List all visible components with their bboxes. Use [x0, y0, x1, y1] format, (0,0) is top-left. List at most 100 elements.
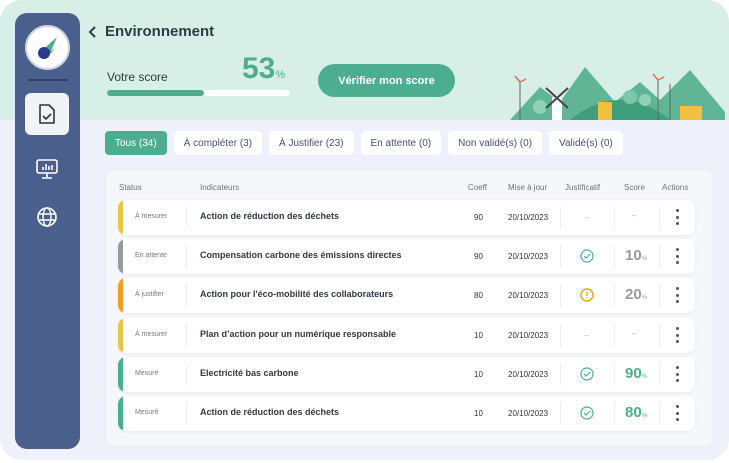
score-number: 20 [625, 286, 642, 303]
header-score: Score [624, 183, 645, 192]
coeff: 10 [474, 331, 483, 340]
header-proof: Justificatif [565, 183, 601, 192]
indicator-name[interactable]: Action de réduction des déchets [200, 211, 339, 221]
divider [560, 284, 561, 307]
more-vertical-icon[interactable] [674, 209, 680, 225]
divider [659, 324, 660, 347]
status-stripe [118, 357, 123, 392]
warning-circle-icon [580, 288, 594, 302]
more-vertical-icon[interactable] [674, 248, 680, 264]
score-empty: – [632, 211, 637, 220]
sidebar-item-dashboard[interactable] [25, 148, 69, 190]
divider [614, 324, 615, 347]
more-vertical-icon[interactable] [674, 405, 680, 421]
divider [186, 363, 187, 386]
status-stripe [118, 200, 123, 235]
verify-score-button[interactable]: Vérifier mon score [318, 64, 455, 97]
coeff: 90 [474, 252, 483, 261]
proof-empty: – [584, 330, 590, 340]
sidebar-item-indicators[interactable] [25, 93, 69, 135]
proof-cell [580, 367, 594, 381]
score-unit: % [641, 413, 648, 419]
indicator-name[interactable]: Action pour l'éco-mobilité des collabora… [200, 289, 393, 299]
table-row[interactable]: Mesuré Electricité bas carbone 10 20/10/202… [118, 357, 695, 392]
filter-tabs: Tous (34) À compléter (3) À Justifier (23)… [105, 131, 623, 155]
divider [614, 402, 615, 425]
score-cell: 80% [625, 404, 647, 421]
score-cell: 20% [625, 286, 647, 303]
table-row[interactable]: Mesuré Action de réduction des déchets 10 2… [118, 396, 695, 431]
indicator-name[interactable]: Electricité bas carbone [200, 368, 299, 378]
score-number: 80 [625, 404, 642, 421]
coeff: 80 [474, 291, 483, 300]
score-empty: – [632, 329, 637, 338]
update-date: 20/10/2023 [508, 370, 549, 379]
chevron-left-icon[interactable] [88, 25, 97, 38]
status-label: Mesuré [135, 409, 159, 416]
divider [614, 284, 615, 307]
divider [614, 245, 615, 268]
more-vertical-icon[interactable] [674, 327, 680, 343]
status-stripe [118, 239, 123, 274]
divider [560, 324, 561, 347]
divider [614, 206, 615, 229]
globe-icon [37, 207, 57, 227]
header-updated: Mise à jour [508, 183, 548, 192]
check-circle-icon [580, 249, 594, 263]
score-unit: % [641, 256, 648, 262]
page-title: Environnement [88, 23, 214, 40]
divider [659, 245, 660, 268]
indicator-name[interactable]: Compensation carbone des émissions direc… [200, 250, 402, 260]
status-label: À justifier [135, 291, 164, 298]
status-stripe [118, 278, 123, 313]
more-vertical-icon[interactable] [674, 366, 680, 382]
score-progress-bar [107, 90, 290, 96]
table-row[interactable]: En attente Compensation carbone des émiss… [118, 239, 695, 274]
tab-1[interactable]: À compléter (3) [173, 131, 263, 155]
status-stripe [118, 396, 123, 431]
header-actions: Actions [662, 183, 689, 192]
score-unit: % [641, 374, 648, 380]
divider [186, 245, 187, 268]
sidebar-item-globe[interactable] [25, 196, 69, 238]
status-label: En attente [135, 252, 167, 259]
divider [560, 245, 561, 268]
tab-2[interactable]: À Justifier (23) [269, 131, 354, 155]
proof-cell: – [580, 210, 594, 224]
status-label: Mesuré [135, 370, 159, 377]
more-vertical-icon[interactable] [674, 287, 680, 303]
tab-3[interactable]: En attente (0) [360, 131, 442, 155]
table-row[interactable]: À mesurer Plan d’action pour un numérique… [118, 318, 695, 353]
divider [186, 206, 187, 229]
score-cell: 90% [625, 365, 647, 382]
indicator-name[interactable]: Action de réduction des déchets [200, 407, 339, 417]
check-circle-icon [580, 367, 594, 381]
proof-cell [580, 249, 594, 263]
score-number: 10 [625, 247, 642, 264]
update-date: 20/10/2023 [508, 409, 549, 418]
divider [560, 363, 561, 386]
header-status: Status [119, 183, 142, 192]
table-row[interactable]: À mesurer Action de réduction des déchets… [118, 200, 695, 235]
hero-banner [0, 0, 729, 120]
divider [186, 402, 187, 425]
update-date: 20/10/2023 [508, 213, 549, 222]
tab-4[interactable]: Non validé(s) (0) [448, 131, 543, 155]
tab-0[interactable]: Tous (34) [105, 131, 167, 155]
update-date: 20/10/2023 [508, 331, 549, 340]
indicator-name[interactable]: Plan d’action pour un numérique responsa… [200, 329, 396, 339]
app-frame: Environnement Votre score 53% Vérifier m… [0, 0, 729, 460]
score-value: 53% [242, 52, 285, 86]
divider [186, 284, 187, 307]
coeff: 10 [474, 409, 483, 418]
tab-5[interactable]: Validé(s) (0) [549, 131, 623, 155]
divider [659, 206, 660, 229]
document-check-icon [39, 104, 55, 124]
header-indicators: Indicateurs [200, 183, 240, 192]
table-row[interactable]: À justifier Action pour l'éco-mobilité de… [118, 278, 695, 313]
coeff: 10 [474, 370, 483, 379]
proof-cell [580, 406, 594, 420]
monitor-chart-icon [36, 159, 58, 179]
header-coeff: Coeff [468, 183, 487, 192]
proof-empty: – [584, 212, 590, 222]
